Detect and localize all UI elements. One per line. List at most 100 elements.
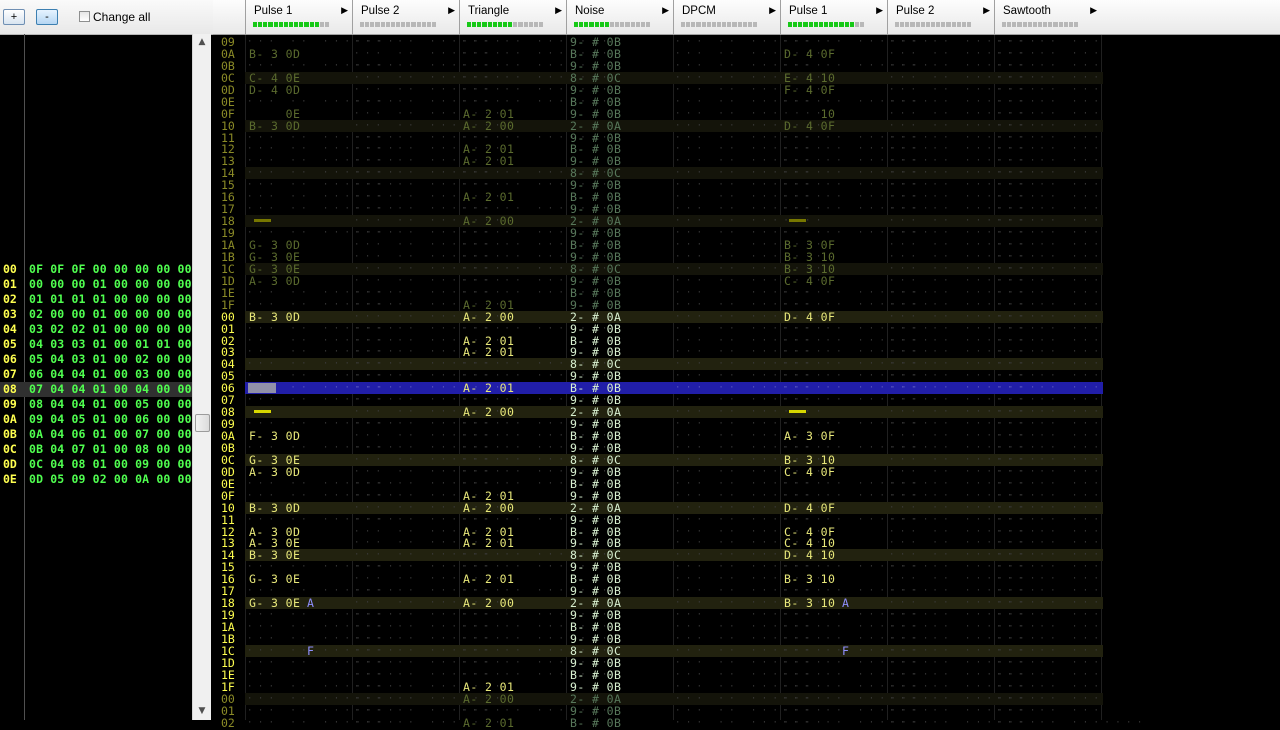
note-cell[interactable]: B- # 0B	[570, 717, 621, 729]
note-cell[interactable]: A- 2 01	[463, 108, 514, 120]
note-cell[interactable]: D- 4 10	[784, 549, 835, 561]
frame-row[interactable]: 09 08 04 04 01 00 05 00 00	[0, 397, 192, 412]
note-cell[interactable]: 2- # 0A	[570, 120, 621, 132]
effect-cell[interactable]: A	[307, 597, 314, 609]
note-cell[interactable]: A- 2 01	[463, 681, 514, 693]
note-cell[interactable]: A- 2 01	[463, 299, 514, 311]
scroll-up-arrow-icon[interactable]: ▲	[193, 34, 211, 51]
note-cell[interactable]: E- 4 10	[784, 72, 835, 84]
note-cell[interactable]: 9- # 0B	[570, 275, 621, 287]
effect-cell[interactable]: F	[307, 645, 314, 657]
note-cell[interactable]: B- 3 0D	[249, 502, 300, 514]
effect-cell[interactable]: F	[842, 645, 849, 657]
channel-expand-arrow-icon[interactable]: ▶	[662, 4, 669, 18]
channel-expand-arrow-icon[interactable]: ▶	[341, 4, 348, 18]
channel-expand-arrow-icon[interactable]: ▶	[555, 4, 562, 18]
channel-expand-arrow-icon[interactable]: ▶	[876, 4, 883, 18]
note-cell[interactable]: F- 3 0D	[249, 430, 300, 442]
note-cell[interactable]: B- 3 10	[784, 573, 835, 585]
note-cell[interactable]: 9- # 0B	[570, 514, 621, 526]
note-cell[interactable]: 8- # 0C	[570, 72, 621, 84]
note-cell[interactable]: A- 2 00	[463, 693, 514, 705]
channel-expand-arrow-icon[interactable]: ▶	[983, 4, 990, 18]
note-cell[interactable]: A- 2 01	[463, 155, 514, 167]
frame-row[interactable]: 0A 09 04 05 01 00 06 00 00	[0, 412, 192, 427]
frame-row[interactable]: 08 07 04 04 01 00 04 00 00	[0, 382, 192, 397]
frame-row[interactable]: 07 06 04 04 01 00 03 00 00	[0, 367, 192, 382]
note-cell[interactable]: 2- # 0A	[570, 693, 621, 705]
note-cell[interactable]: A- 3 0D	[249, 466, 300, 478]
note-cell[interactable]: F- 4 0F	[784, 84, 835, 96]
note-cell[interactable]: D- 4 0D	[249, 84, 300, 96]
note-cell[interactable]: A- 3 0F	[784, 430, 835, 442]
note-cell[interactable]: G- 3 0E	[249, 597, 300, 609]
note-cell[interactable]: A- 2 01	[463, 346, 514, 358]
effect-cell[interactable]: A	[842, 597, 849, 609]
note-cell[interactable]: B- # 0B	[570, 478, 621, 490]
channel-tab[interactable]: Pulse 1 ▶	[780, 0, 887, 34]
channel-expand-arrow-icon[interactable]: ▶	[1090, 4, 1097, 18]
note-cell[interactable]: B- 3 0E	[249, 549, 300, 561]
channel-tab[interactable]: Pulse 1 ▶	[245, 0, 352, 34]
note-cell[interactable]: A- 3 0D	[249, 275, 300, 287]
channel-tab[interactable]: DPCM ▶	[673, 0, 780, 34]
note-cell[interactable]: 9- # 0B	[570, 681, 621, 693]
note-cell[interactable]: B- # 0B	[570, 669, 621, 681]
note-cell[interactable]: C- 4 0F	[784, 466, 835, 478]
note-cell[interactable]: A- 2 00	[463, 120, 514, 132]
note-cell[interactable]: A- 2 01	[463, 490, 514, 502]
remove-frame-button[interactable]: -	[36, 9, 58, 25]
note-cell[interactable]: 9- # 0B	[570, 299, 621, 311]
note-cell[interactable]: B- 3 0D	[249, 120, 300, 132]
note-cell[interactable]: A- 2 01	[463, 717, 514, 729]
channel-tab[interactable]: Sawtooth ▶	[994, 0, 1101, 34]
note-cell[interactable]: G- 3 0E	[249, 573, 300, 585]
scroll-thumb[interactable]	[195, 414, 210, 432]
note-cell[interactable]: 2- # 0A	[570, 311, 621, 323]
frame-row[interactable]: 01 00 00 00 01 00 00 00 00	[0, 277, 192, 292]
note-cell[interactable]: 9- # 0B	[570, 323, 621, 335]
note-cell[interactable]: A- 2 00	[463, 502, 514, 514]
note-cell[interactable]: A- 2 00	[463, 215, 514, 227]
frame-row[interactable]: 05 04 03 03 01 00 01 01 00	[0, 337, 192, 352]
note-cell[interactable]: A- 2 01	[463, 382, 514, 394]
note-cell[interactable]: 9- # 0B	[570, 490, 621, 502]
note-cell[interactable]: 9- # 0B	[570, 705, 621, 717]
note-cell[interactable]: 2- # 0A	[570, 502, 621, 514]
frame-row[interactable]: 04 03 02 02 01 00 00 00 00	[0, 322, 192, 337]
pattern-editor[interactable]: 09 0A 0B 0C 0D 0E 0F 10 11 12 13 14 15 16 17 18 19 1A 1B 1C…	[213, 35, 1280, 729]
frame-row[interactable]: 0D 0C 04 08 01 00 09 00 00	[0, 457, 192, 472]
add-frame-button[interactable]: +	[3, 9, 25, 25]
note-cell[interactable]: A- 2 01	[463, 537, 514, 549]
frame-row[interactable]: 0B 0A 04 06 01 00 07 00 00	[0, 427, 192, 442]
note-cell[interactable]: C- 4 0F	[784, 275, 835, 287]
change-all-checkbox[interactable]	[79, 11, 90, 22]
frame-row[interactable]: 02 01 01 01 01 00 00 00 00	[0, 292, 192, 307]
channel-tab[interactable]: Noise ▶	[566, 0, 673, 34]
frame-row[interactable]: 03 02 00 00 01 00 00 00 00	[0, 307, 192, 322]
frame-row[interactable]: 00 0F 0F 0F 00 00 00 00 00	[0, 262, 192, 277]
note-cell[interactable]: A- 2 01	[463, 191, 514, 203]
note-cell[interactable]: D- 4 0F	[784, 311, 835, 323]
channel-tab[interactable]: Pulse 2 ▶	[352, 0, 459, 34]
note-cell[interactable]: A- 2 01	[463, 573, 514, 585]
note-cell[interactable]: 9- # 0B	[570, 84, 621, 96]
note-cell[interactable]: 9- # 0B	[570, 108, 621, 120]
note-cell[interactable]: 10	[784, 108, 835, 120]
scroll-down-arrow-icon[interactable]: ▼	[193, 703, 211, 720]
frame-row[interactable]: 06 05 04 03 01 00 02 00 00	[0, 352, 192, 367]
note-cell[interactable]: C- 4 0E	[249, 72, 300, 84]
note-cell[interactable]: D- 4 0F	[784, 48, 835, 60]
note-cell[interactable]: D- 4 0F	[784, 502, 835, 514]
note-cell[interactable]: A- 2 00	[463, 597, 514, 609]
note-cell[interactable]: A- 2 00	[463, 406, 514, 418]
channel-expand-arrow-icon[interactable]: ▶	[448, 4, 455, 18]
channel-tab[interactable]: Pulse 2 ▶	[887, 0, 994, 34]
note-cell[interactable]: B- 3 0D	[249, 311, 300, 323]
note-cell[interactable]: A- 2 00	[463, 311, 514, 323]
note-cell[interactable]: B- 3 10	[784, 597, 835, 609]
note-cell[interactable]: 0E	[249, 108, 300, 120]
note-cell[interactable]: B- # 0B	[570, 96, 621, 108]
channel-expand-arrow-icon[interactable]: ▶	[769, 4, 776, 18]
note-cell[interactable]: B- # 0B	[570, 287, 621, 299]
